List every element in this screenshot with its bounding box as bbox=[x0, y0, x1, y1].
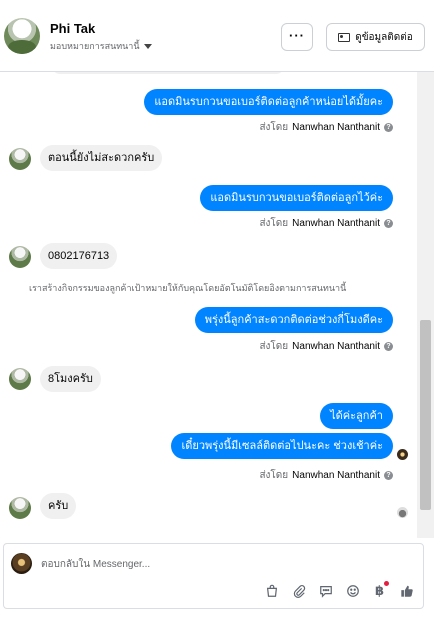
sent-by-line: ส่งโดย Nanwhan Nanthanit ? bbox=[259, 339, 393, 354]
baht-icon[interactable]: ฿ bbox=[370, 581, 389, 600]
thread-scrollbar[interactable] bbox=[417, 72, 434, 538]
outgoing-message[interactable]: พรุ่งนี้ลูกค้าสะดวกติดต่อช่วงกี่โมงดีคะ bbox=[194, 307, 393, 333]
seen-indicator-avatar bbox=[397, 449, 408, 460]
auto-activity-note: เราสร้างกิจกรรมของลูกค้าเป้าหมายให้กับคุ… bbox=[29, 283, 347, 293]
sender-name: Nanwhan Nanthanit bbox=[292, 218, 380, 229]
more-options-button[interactable]: ··· bbox=[281, 23, 313, 51]
outgoing-message[interactable]: ได้ค่ะลูกค้า bbox=[320, 403, 393, 429]
previous-message-bubble bbox=[52, 72, 284, 74]
view-contact-info-label: ดูข้อมูลติดต่อ bbox=[355, 31, 413, 43]
outgoing-message[interactable]: แอดมินรบกวนขอเบอร์ติดต่อลูกค้าหน่อยได้มั… bbox=[144, 89, 393, 115]
assign-label: มอบหมายการสนทนานี้ bbox=[50, 41, 140, 51]
incoming-message[interactable]: ตอนนี้ยังไม่สะดวกครับ bbox=[40, 145, 163, 171]
contact-avatar-small[interactable] bbox=[9, 368, 31, 390]
incoming-message[interactable]: 0802176713 bbox=[40, 243, 118, 269]
incoming-message[interactable]: ครับ bbox=[40, 493, 77, 519]
reply-composer: ฿ bbox=[3, 543, 424, 609]
composer-toolbar: ฿ bbox=[262, 581, 416, 600]
sender-name: Nanwhan Nanthanit bbox=[292, 341, 380, 352]
bag-icon[interactable] bbox=[262, 581, 281, 600]
outgoing-message[interactable]: แอดมินรบกวนขอเบอร์ติดต่อลูกไว้ค่ะ bbox=[200, 185, 393, 211]
seen-indicator-avatar bbox=[397, 507, 408, 518]
sent-by-prefix: ส่งโดย bbox=[259, 341, 289, 352]
baht-symbol: ฿ bbox=[374, 582, 385, 598]
contact-name[interactable]: Phi Tak bbox=[50, 21, 95, 36]
reply-input[interactable] bbox=[41, 555, 341, 573]
paperclip-icon[interactable] bbox=[289, 581, 308, 600]
sender-name: Nanwhan Nanthanit bbox=[292, 122, 380, 133]
notification-dot bbox=[384, 581, 389, 586]
contact-avatar-small[interactable] bbox=[9, 246, 31, 268]
chat-icon[interactable] bbox=[316, 581, 335, 600]
thumbs-up-icon[interactable] bbox=[397, 581, 416, 600]
contact-avatar-small[interactable] bbox=[9, 497, 31, 519]
scrollbar-thumb[interactable] bbox=[420, 320, 431, 510]
sent-by-prefix: ส่งโดย bbox=[259, 122, 289, 133]
message-thread[interactable]: แอดมินรบกวนขอเบอร์ติดต่อลูกค้าหน่อยได้มั… bbox=[0, 72, 417, 538]
sent-by-prefix: ส่งโดย bbox=[259, 470, 289, 481]
contact-card-icon bbox=[338, 32, 351, 42]
help-icon[interactable]: ? bbox=[384, 342, 393, 351]
view-contact-info-button[interactable]: ดูข้อมูลติดต่อ bbox=[326, 23, 425, 51]
conversation-header: Phi Tak มอบหมายการสนทนานี้ ··· ดูข้อมูลต… bbox=[0, 0, 434, 72]
assign-conversation-dropdown[interactable]: มอบหมายการสนทนานี้ bbox=[50, 39, 152, 53]
page-avatar bbox=[11, 553, 32, 574]
help-icon[interactable]: ? bbox=[384, 471, 393, 480]
sent-by-prefix: ส่งโดย bbox=[259, 218, 289, 229]
emoji-icon[interactable] bbox=[343, 581, 362, 600]
incoming-message[interactable]: 8โมงครับ bbox=[40, 366, 101, 392]
outgoing-message[interactable]: เดี๋ยวพรุ่งนี้มีเซลล์ติดต่อไปนะคะ ช่วงเช… bbox=[171, 433, 393, 459]
caret-down-icon bbox=[143, 43, 152, 49]
contact-avatar[interactable] bbox=[4, 18, 40, 54]
sent-by-line: ส่งโดย Nanwhan Nanthanit ? bbox=[259, 216, 393, 231]
sent-by-line: ส่งโดย Nanwhan Nanthanit ? bbox=[259, 120, 393, 135]
sender-name: Nanwhan Nanthanit bbox=[292, 470, 380, 481]
help-icon[interactable]: ? bbox=[384, 219, 393, 228]
help-icon[interactable]: ? bbox=[384, 123, 393, 132]
sent-by-line: ส่งโดย Nanwhan Nanthanit ? bbox=[259, 468, 393, 483]
contact-avatar-small[interactable] bbox=[9, 148, 31, 170]
